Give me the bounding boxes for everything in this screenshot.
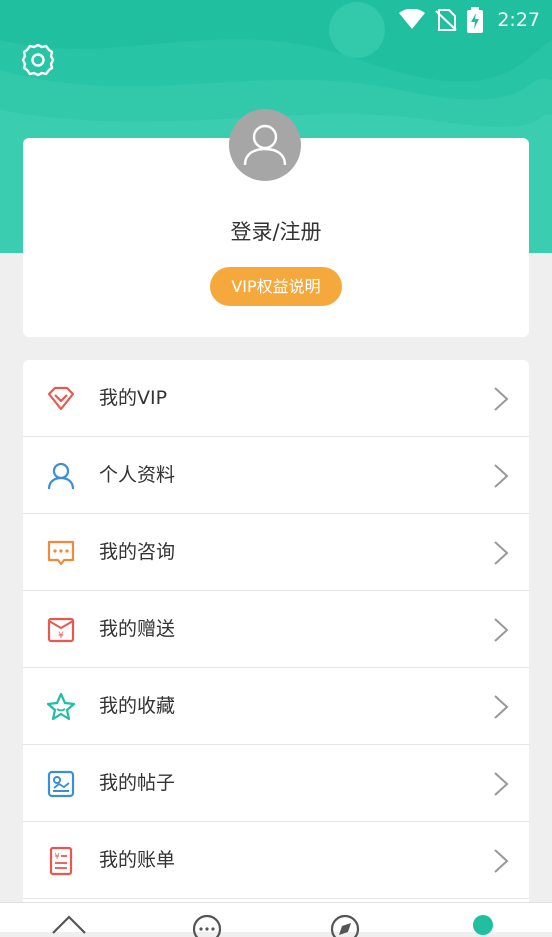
menu-item-label: 我的赠送 [99,618,176,640]
user-avatar-icon[interactable] [229,109,301,181]
no-sim-icon [435,9,458,31]
picture-icon [47,770,75,798]
menu-item-label: 我的咨询 [99,541,176,563]
chevron-right-icon [494,541,509,565]
avatar-silhouette [243,124,287,166]
diamond-icon [47,386,75,411]
battery-charging-icon [467,7,484,33]
star-icon [46,692,76,721]
menu-item-my-bills[interactable]: ¥ 我的账单 [23,822,529,899]
menu-item-my-favorites[interactable]: 我的收藏 [23,668,529,745]
bill-icon: ¥ [49,846,73,876]
menu-list: 我的VIP 个人资料 我的咨询 ¥ 我的赠送 我的收藏 我的帖子 ¥ 我的账单 [23,360,529,920]
chevron-right-icon [494,464,509,488]
message-icon[interactable] [187,909,227,937]
menu-item-profile-info[interactable]: 个人资料 [23,437,529,514]
chevron-right-icon [494,618,509,642]
bottom-tab-bar [0,902,552,937]
gift-envelope-icon: ¥ [47,617,75,643]
chevron-right-icon [494,387,509,411]
wifi-icon [399,9,426,29]
vip-benefits-button[interactable]: VIP权益说明 [210,267,342,306]
profile-icon[interactable] [463,909,503,937]
menu-item-label: 我的账单 [99,849,176,871]
menu-item-label: 个人资料 [99,464,176,486]
status-time: 2:27 [497,9,540,31]
menu-item-my-posts[interactable]: 我的帖子 [23,745,529,822]
chevron-right-icon [494,849,509,873]
chat-icon [47,540,75,566]
person-icon [47,462,75,490]
menu-item-label: 我的VIP [99,387,168,409]
chevron-right-icon [494,772,509,796]
menu-item-label: 我的帖子 [99,772,176,794]
login-register-link[interactable]: 登录/注册 [0,216,552,246]
home-icon[interactable] [49,909,89,937]
menu-item-my-gifts[interactable]: ¥ 我的赠送 [23,591,529,668]
chevron-right-icon [494,695,509,719]
status-bar: 2:27 [399,6,540,34]
menu-item-my-consultation[interactable]: 我的咨询 [23,514,529,591]
menu-item-my-vip[interactable]: 我的VIP [23,360,529,437]
discover-icon[interactable] [325,909,365,937]
svg-text:¥: ¥ [54,852,59,861]
menu-item-label: 我的收藏 [99,695,176,717]
svg-text:¥: ¥ [58,631,64,641]
gear-icon[interactable] [20,42,56,78]
